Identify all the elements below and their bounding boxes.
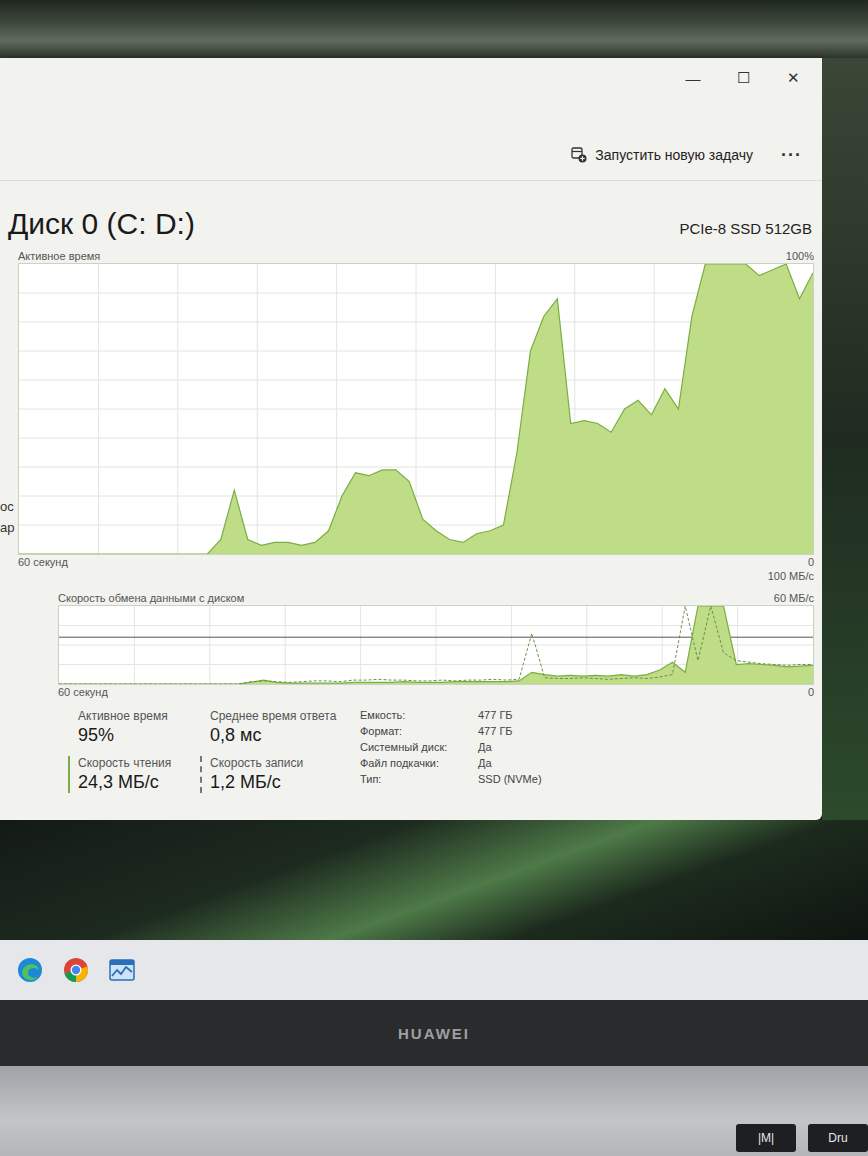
more-button[interactable]: ··· — [781, 145, 802, 166]
chart-max: 100% — [786, 249, 814, 263]
read-area — [59, 606, 813, 684]
task-manager-icon[interactable] — [108, 956, 136, 984]
disk-model: PCIe-8 SSD 512GB — [679, 220, 812, 237]
chart-grid — [19, 264, 813, 554]
stat-label: Скорость чтения — [78, 756, 188, 770]
transfer-chart-box — [58, 605, 814, 685]
task-manager-window: —☐✕Запустить новую задачу···осарДиск 0 (… — [0, 58, 822, 820]
title-bar: —☐✕ — [0, 58, 822, 98]
chart-min: 0 — [808, 555, 814, 569]
brand-logo: HUAWEI — [398, 1025, 470, 1042]
stat-value: 1,2 МБ/с — [210, 772, 330, 793]
chart-title: Скорость обмена данными с диском — [58, 591, 244, 605]
property-value: 477 ГБ — [478, 709, 542, 721]
chart-max: 100 МБ/с — [768, 569, 814, 583]
desktop-wallpaper — [822, 58, 868, 820]
stat-value: 95% — [78, 725, 188, 746]
property-value: 477 ГБ — [478, 725, 542, 737]
new-task-icon — [571, 147, 587, 163]
chart-label-row: Скорость обмена данными с диском 60 МБ/с — [18, 589, 814, 605]
stat-value: 0,8 мс — [210, 725, 330, 746]
window-control[interactable]: — — [670, 70, 716, 87]
transfer-chart — [59, 606, 813, 684]
chart-scale: 60 МБ/с — [774, 591, 814, 605]
property-label: Емкость: — [360, 709, 472, 721]
chrome-icon[interactable] — [62, 956, 90, 984]
desktop: —☐✕Запустить новую задачу···осарДиск 0 (… — [0, 58, 868, 820]
stat-label: Среднее время ответа — [210, 709, 330, 723]
active-time-line — [19, 264, 813, 554]
active-time-chart — [19, 264, 813, 554]
stat: Скорость чтения 24,3 МБ/с — [68, 756, 188, 793]
desktop-wallpaper — [0, 820, 868, 940]
chart-min: 0 — [808, 685, 814, 699]
chart-span: 60 секунд — [58, 685, 108, 699]
property-label: Формат: — [360, 725, 472, 737]
read-line — [59, 606, 813, 684]
stat-label: Активное время — [78, 709, 188, 723]
edge-icon[interactable] — [16, 956, 44, 984]
chart-axis-row: 60 секунд 0100 МБ/с — [18, 555, 814, 583]
sidebar-item[interactable]: ар — [0, 520, 16, 535]
chart-span: 60 секунд — [18, 555, 68, 569]
property-value: SSD (NVMe) — [478, 773, 542, 785]
laptop-bezel: HUAWEI — [0, 1000, 868, 1066]
properties: Емкость: 477 ГБ Формат: 477 ГБ Системный дис… — [360, 709, 542, 793]
grid-line — [19, 293, 813, 294]
property-value: Да — [478, 757, 542, 769]
stat-label: Скорость записи — [210, 756, 330, 770]
sidebar-item[interactable]: ос — [0, 499, 16, 514]
active-time-chart-box — [18, 263, 814, 555]
stats-grid: Активное время 95% Среднее время ответа 0,8… — [68, 709, 330, 793]
keyboard-key[interactable]: |M| — [736, 1124, 796, 1152]
chart-axis-row: 60 секунд 0 — [18, 685, 814, 699]
toolbar: Запустить новую задачу ··· — [0, 130, 822, 181]
taskbar — [0, 940, 868, 1000]
sidebar: ос ар — [0, 181, 16, 820]
disk-panel: Диск 0 (C: D:)PCIe-8 SSD 512GB Активное в… — [16, 181, 822, 820]
stats-area: Активное время 95% Среднее время ответа 0,8… — [18, 709, 814, 793]
window-control[interactable]: ✕ — [770, 69, 816, 87]
disk-header: Диск 0 (C: D:)PCIe-8 SSD 512GB — [18, 207, 814, 241]
new-task-button[interactable]: Запустить новую задачу — [571, 147, 753, 163]
property-label: Файл подкачки: — [360, 757, 472, 769]
disk-title: Диск 0 (C: D:) — [8, 207, 195, 241]
property-label: Системный диск: — [360, 741, 472, 753]
chart-title: Активное время — [18, 249, 100, 263]
stat: Скорость записи 1,2 МБ/с — [200, 756, 330, 793]
active-time-area — [19, 264, 813, 554]
window-body: осарДиск 0 (C: D:)PCIe-8 SSD 512GBАктивн… — [0, 181, 822, 820]
property-value: Да — [478, 741, 542, 753]
stat: Активное время 95% — [68, 709, 188, 746]
window-control[interactable]: ☐ — [720, 69, 766, 87]
keyboard: |M| Dru — [0, 1066, 868, 1156]
stat-value: 24,3 МБ/с — [78, 772, 188, 793]
desktop-wallpaper — [0, 0, 868, 58]
stat: Среднее время ответа 0,8 мс — [200, 709, 330, 746]
chart-label-row: Активное время 100% — [18, 247, 814, 263]
keyboard-key[interactable]: Dru — [808, 1124, 868, 1152]
property-label: Тип: — [360, 773, 472, 785]
axis-labels: 0100 МБ/с — [768, 555, 814, 583]
chart-grid — [59, 606, 813, 684]
screen-photo: —☐✕Запустить новую задачу···осарДиск 0 (… — [0, 0, 868, 1156]
write-line — [59, 606, 813, 684]
